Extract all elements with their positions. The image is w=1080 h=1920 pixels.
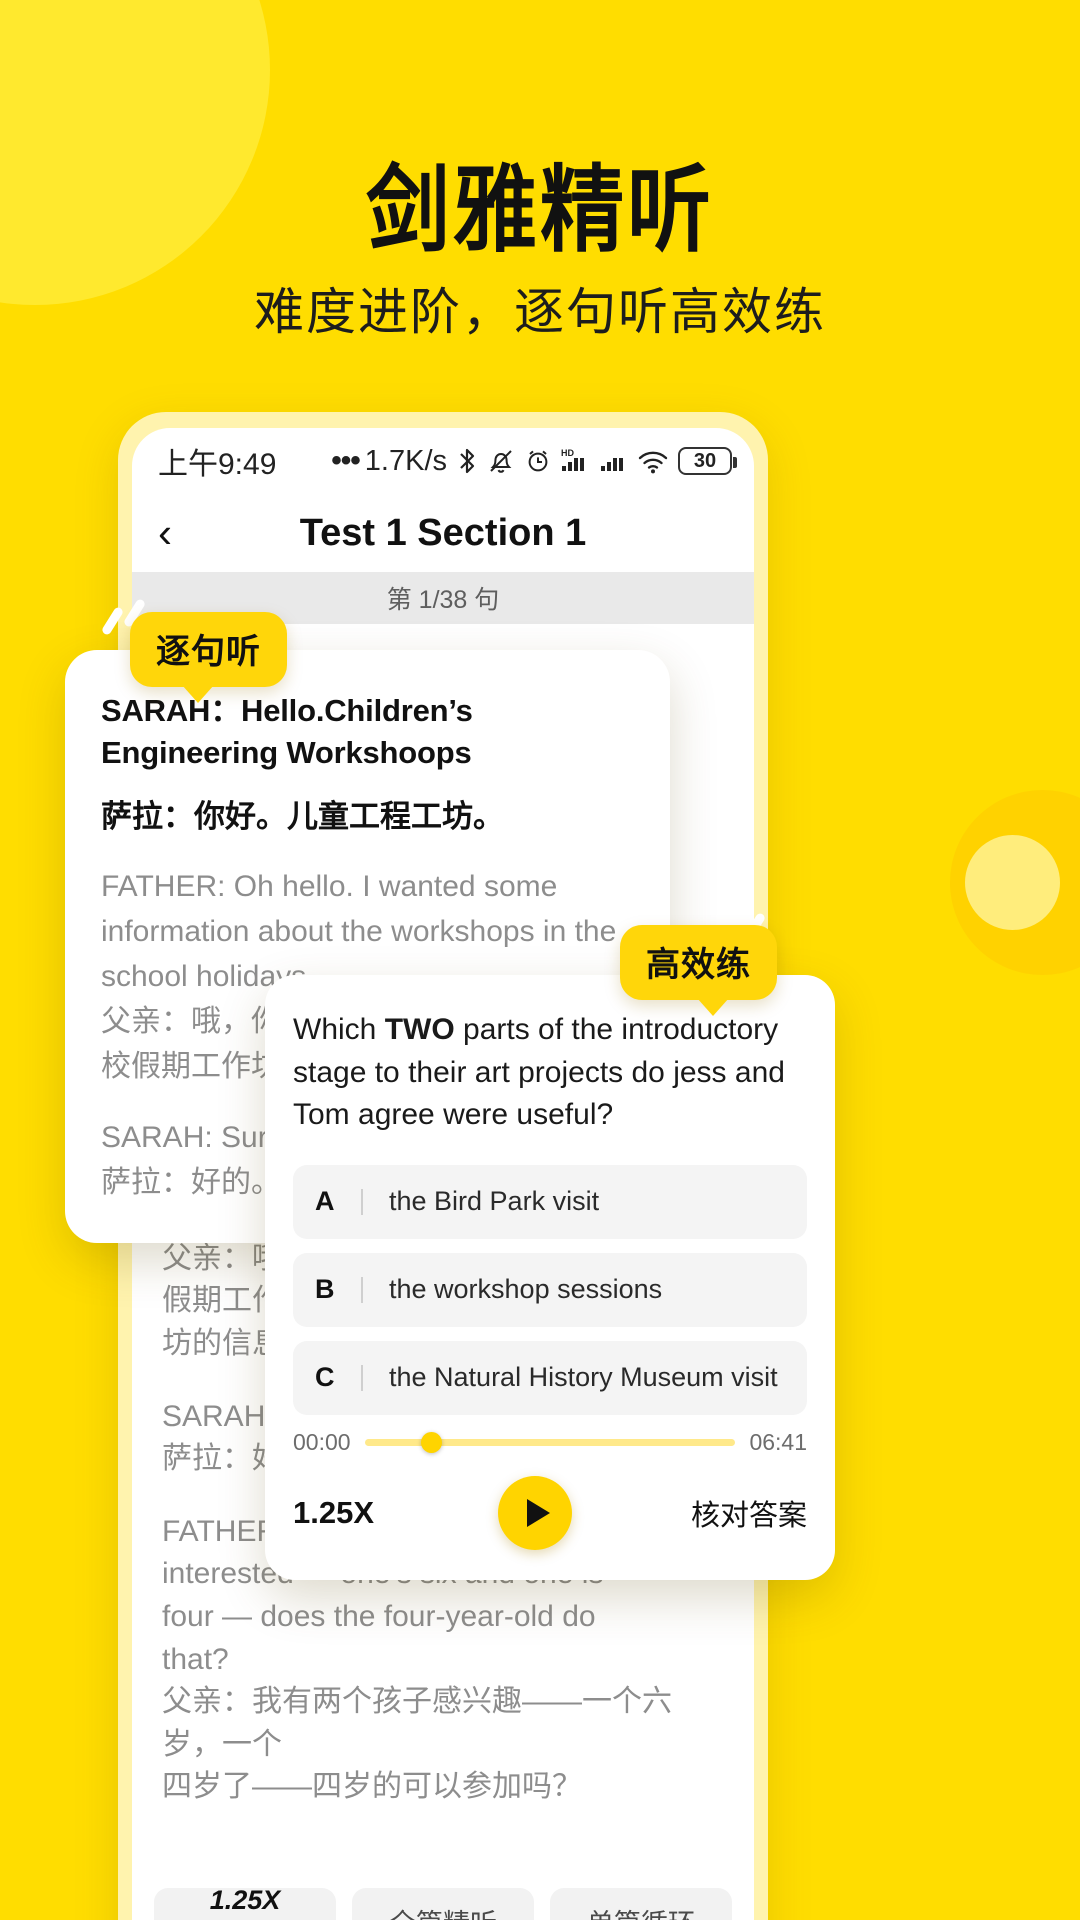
question-card: Which TWO parts of the introductory stag…: [265, 975, 835, 1580]
page-title: 剑雅精听: [365, 157, 714, 263]
chip-full-listen[interactable]: 全篇精听: [352, 1888, 534, 1920]
chip-full-listen-label: 全篇精听: [389, 1902, 497, 1920]
question-text: Which TWO parts of the introductory stag…: [293, 1009, 807, 1137]
status-bar: 上午9:49 ••• 1.7K/s HD 30: [132, 428, 754, 494]
decorative-circle-right-small: [965, 835, 1060, 930]
audio-player: 00:00 06:41 1.25X 核对答案: [293, 1429, 807, 1556]
transcript-line: 父亲：我有两个孩子感兴趣——一个六岁，一个: [162, 1685, 672, 1761]
transcript-line: that?: [162, 1642, 229, 1676]
sentence-counter-label: 第 1/38 句: [386, 586, 500, 614]
player-control-row: 1.25X 核对答案: [293, 1475, 807, 1556]
chip-speed[interactable]: 1.25X 语速略快: [154, 1885, 336, 1920]
bell-off-icon: [487, 446, 515, 476]
svg-text:HD: HD: [561, 448, 574, 458]
bluetooth-icon: [456, 446, 478, 476]
option-letter: A: [315, 1186, 335, 1217]
player-speed-button[interactable]: 1.25X: [293, 1495, 453, 1531]
chip-single-loop[interactable]: 单篇循环: [550, 1888, 732, 1920]
transcript-line: four — does the four-year-old do: [162, 1599, 596, 1633]
play-icon[interactable]: [498, 1475, 572, 1550]
nav-bar: ‹ Test 1 Section 1: [132, 494, 754, 572]
option-divider: [361, 1188, 363, 1215]
promo-page: 剑雅精听 难度进阶，逐句听高效练 上午9:49 ••• 1.7K/s HD 30…: [0, 0, 1080, 1920]
transcript-line: 四岁了——四岁的可以参加吗？: [162, 1770, 582, 1804]
option-divider: [361, 1364, 363, 1391]
player-progress-slider[interactable]: [364, 1431, 736, 1453]
badge-listen-by-sentence: 逐句听: [130, 612, 287, 703]
player-time-total: 06:41: [749, 1428, 807, 1455]
question-emphasis: TWO: [384, 1013, 455, 1046]
network-speed-label: 1.7K/s: [364, 444, 447, 477]
wifi-icon: [637, 446, 669, 476]
playback-option-row: 1.25X 语速略快 全篇精听 单篇循环: [132, 1885, 754, 1920]
transcript-en-heading: SARAH：Hello.Children’s Engineering Works…: [101, 693, 473, 771]
chip-single-loop-label: 单篇循环: [587, 1902, 695, 1920]
option-divider: [361, 1276, 363, 1303]
question-prefix: Which: [293, 1013, 385, 1046]
option-row[interactable]: A the Bird Park visit: [293, 1164, 807, 1239]
option-letter: C: [315, 1362, 335, 1393]
check-answer-button[interactable]: 核对答案: [617, 1492, 807, 1534]
phone-bottom-bar: 1.25X 语速略快 全篇精听 单篇循环: [132, 1885, 754, 1920]
nav-title: Test 1 Section 1: [299, 511, 587, 554]
chip-speed-value: 1.25X: [209, 1885, 281, 1915]
player-time-current: 00:00: [293, 1428, 351, 1455]
network-dots-icon: •••: [331, 444, 360, 477]
status-time: 上午9:49: [158, 448, 277, 481]
option-row[interactable]: B the workshop sessions: [293, 1252, 807, 1327]
option-label: the Natural History Museum visit: [389, 1362, 778, 1393]
option-letter: B: [315, 1274, 335, 1305]
badge-efficient-practice: 高效练: [620, 925, 777, 1016]
page-subtitle: 难度进阶，逐句听高效练: [254, 284, 826, 340]
hd-signal-icon: HD: [561, 446, 591, 476]
option-label: the workshop sessions: [389, 1274, 663, 1305]
signal-bars-icon: [600, 446, 628, 476]
battery-level-label: 30: [693, 449, 717, 472]
option-label: the Bird Park visit: [389, 1186, 600, 1217]
player-progress-knob[interactable]: [420, 1431, 442, 1453]
hero-section: 剑雅精听 难度进阶，逐句听高效练: [0, 0, 1080, 337]
battery-indicator: 30: [678, 447, 737, 475]
alarm-clock-icon: [524, 446, 552, 476]
player-progress-row: 00:00 06:41: [293, 1429, 807, 1456]
transcript-cn-heading: 萨拉：你好。儿童工程工坊。: [101, 799, 504, 835]
option-row[interactable]: C the Natural History Museum visit: [293, 1340, 807, 1415]
option-list: A the Bird Park visit B the workshop ses…: [293, 1164, 807, 1415]
